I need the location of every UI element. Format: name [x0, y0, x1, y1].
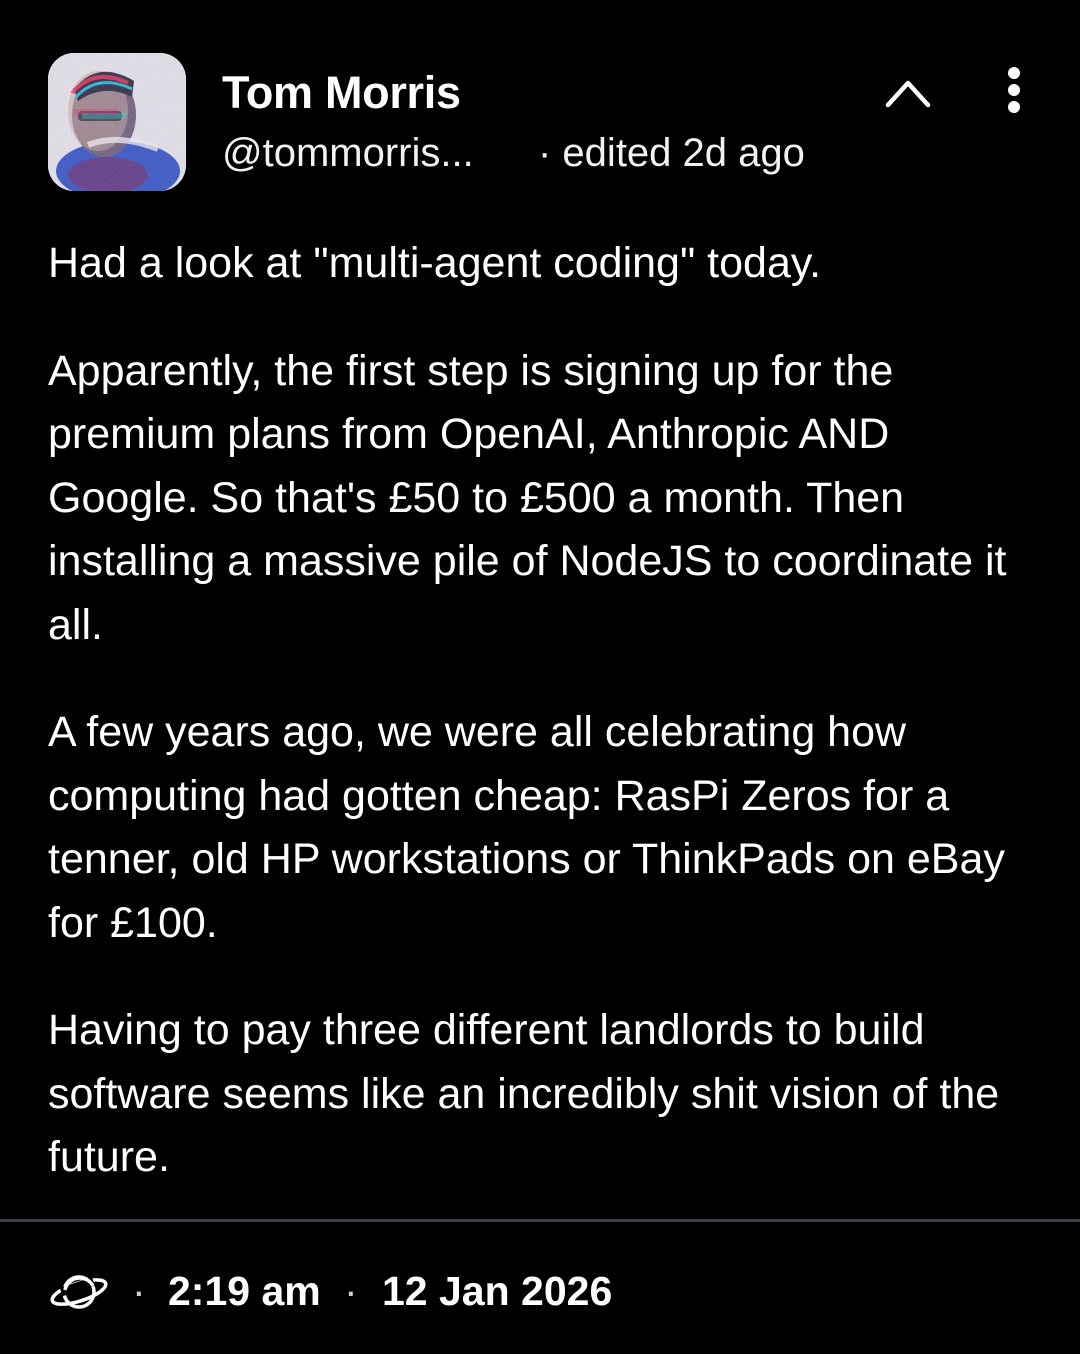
avatar[interactable] — [48, 53, 186, 191]
separator-dot: · — [132, 1268, 146, 1314]
separator-dot: · — [344, 1268, 358, 1314]
avatar-image — [48, 53, 186, 191]
post-header: Tom Morris @tommorris... · edited 2d ago — [48, 53, 1048, 193]
post-paragraph: Had a look at "multi-agent coding" today… — [48, 239, 822, 287]
author-handle[interactable]: @tommorris... — [222, 131, 474, 176]
post-detail: Tom Morris @tommorris... · edited 2d ago… — [0, 0, 1080, 1354]
more-vertical-icon — [1008, 67, 1020, 113]
author-name[interactable]: Tom Morris — [222, 67, 461, 119]
post-body: Had a look at "multi-agent coding" today… — [48, 232, 1038, 1234]
collapse-button[interactable] — [882, 69, 934, 113]
planet-icon — [48, 1266, 110, 1318]
post-paragraph: A few years ago, we were all celebrating… — [48, 708, 1005, 947]
post-time: 2:19 am — [168, 1268, 321, 1314]
divider — [0, 1219, 1080, 1222]
more-options-button[interactable] — [996, 67, 1032, 117]
post-date: 12 Jan 2026 — [382, 1268, 613, 1314]
post-paragraph: Apparently, the first step is signing up… — [48, 346, 1007, 649]
edited-timestamp: · edited 2d ago — [538, 131, 805, 175]
chevron-up-icon — [885, 80, 931, 108]
post-paragraph: Having to pay three different landlords … — [48, 1006, 1000, 1181]
